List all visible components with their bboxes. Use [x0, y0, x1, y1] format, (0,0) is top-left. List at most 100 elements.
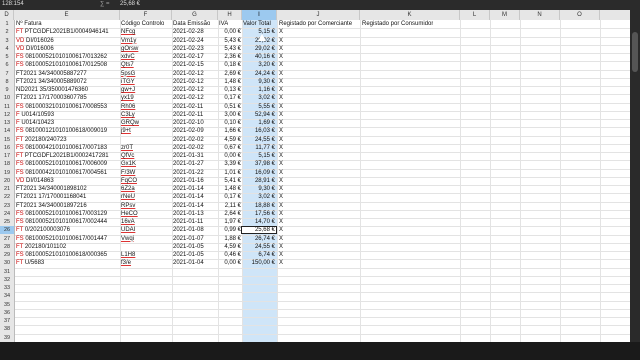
valor-total-cell[interactable]: 25,68 €	[243, 226, 275, 234]
registado-comerciante-cell[interactable]: X	[279, 235, 299, 243]
codigo-cell[interactable]: FqCO	[121, 177, 171, 185]
codigo-cell[interactable]: j9+t	[121, 127, 171, 135]
fatura-cell[interactable]: FT 202180/240723	[16, 136, 120, 144]
header-cell[interactable]: Data Emissão	[173, 20, 210, 28]
registado-comerciante-cell[interactable]: X	[279, 78, 299, 86]
vertical-scrollbar[interactable]	[630, 10, 640, 342]
codigo-cell[interactable]: F/3W	[121, 169, 171, 177]
codigo-cell[interactable]: 16vA	[121, 218, 171, 226]
registado-comerciante-cell[interactable]: X	[279, 243, 299, 251]
fatura-cell[interactable]: FS 081000521010100617/012508	[16, 61, 120, 69]
registado-comerciante-cell[interactable]: X	[279, 202, 299, 210]
row-header[interactable]: 34	[0, 292, 14, 300]
codigo-cell[interactable]: L1H8	[121, 251, 171, 259]
registado-comerciante-cell[interactable]: X	[279, 127, 299, 135]
registado-comerciante-cell[interactable]: X	[279, 144, 299, 152]
column-header-l[interactable]: L	[460, 10, 490, 20]
valor-total-cell[interactable]: 29,02 €	[243, 45, 275, 53]
iva-cell[interactable]: 5,43 €	[218, 45, 241, 53]
data-cell[interactable]: 2021-01-14	[173, 202, 217, 210]
registado-comerciante-cell[interactable]: X	[279, 45, 299, 53]
scrollbar-thumb[interactable]	[632, 32, 638, 72]
fatura-cell[interactable]: FS 081000521010100617/003129	[16, 210, 120, 218]
column-header-h[interactable]: H	[218, 10, 242, 20]
valor-total-cell[interactable]: 1,69 €	[243, 119, 275, 127]
valor-total-cell[interactable]: 24,55 €	[243, 243, 275, 251]
valor-total-cell[interactable]: 3,02 €	[243, 94, 275, 102]
row-header[interactable]: 23	[0, 202, 14, 210]
registado-comerciante-cell[interactable]: X	[279, 53, 299, 61]
valor-total-cell[interactable]: 9,30 €	[243, 78, 275, 86]
row-header[interactable]: 9	[0, 86, 14, 94]
iva-cell[interactable]: 2,64 €	[218, 210, 241, 218]
fatura-cell[interactable]: FT2021 34/340001897216	[16, 202, 120, 210]
fatura-cell[interactable]: F U014/10593	[16, 111, 120, 119]
row-header[interactable]: 4	[0, 45, 14, 53]
data-cell[interactable]: 2021-02-23	[173, 45, 217, 53]
fatura-cell[interactable]: FT 0/202100003076	[16, 226, 120, 234]
codigo-cell[interactable]: GRQw	[121, 119, 171, 127]
row-header[interactable]: 17	[0, 152, 14, 160]
row-header[interactable]: 33	[0, 284, 14, 292]
iva-cell[interactable]: 0,67 €	[218, 144, 241, 152]
data-cell[interactable]: 2021-02-24	[173, 37, 217, 45]
row-header[interactable]: 31	[0, 268, 14, 276]
registado-comerciante-cell[interactable]: X	[279, 160, 299, 168]
valor-total-cell[interactable]: 5,55 €	[243, 103, 275, 111]
registado-comerciante-cell[interactable]: X	[279, 136, 299, 144]
column-header-e[interactable]: E	[14, 10, 120, 20]
row-header[interactable]: 36	[0, 309, 14, 317]
fatura-cell[interactable]: FT PTCGDFL2021B1/0002417281	[16, 152, 120, 160]
codigo-cell[interactable]: RPsv	[121, 202, 171, 210]
valor-total-cell[interactable]: 26,74 €	[243, 235, 275, 243]
data-cell[interactable]: 2021-01-16	[173, 177, 217, 185]
row-header[interactable]: 11	[0, 103, 14, 111]
row-header[interactable]: 38	[0, 325, 14, 333]
registado-comerciante-cell[interactable]: X	[279, 251, 299, 259]
row-header[interactable]: 29	[0, 251, 14, 259]
fatura-cell[interactable]: ND2021 35/350001476360	[16, 86, 120, 94]
data-cell[interactable]: 2021-01-08	[173, 226, 217, 234]
registado-comerciante-cell[interactable]: X	[279, 210, 299, 218]
fatura-cell[interactable]: FT 202180/101102	[16, 243, 120, 251]
codigo-cell[interactable]: iTGY	[121, 78, 171, 86]
valor-total-cell[interactable]: 3,20 €	[243, 61, 275, 69]
iva-cell[interactable]: 1,01 €	[218, 169, 241, 177]
row-header[interactable]: 10	[0, 94, 14, 102]
codigo-cell[interactable]: 6Z2a	[121, 185, 171, 193]
valor-total-cell[interactable]: 17,56 €	[243, 210, 275, 218]
data-cell[interactable]: 2021-01-07	[173, 235, 217, 243]
iva-cell[interactable]: 0,00 €	[218, 152, 241, 160]
column-header-i[interactable]: I	[242, 10, 277, 20]
header-cell[interactable]: IVA	[219, 20, 228, 28]
name-box[interactable]: 128:154	[2, 0, 42, 9]
fatura-cell[interactable]: VD DI/016006	[16, 45, 120, 53]
registado-comerciante-cell[interactable]: X	[279, 61, 299, 69]
column-header-k[interactable]: K	[360, 10, 460, 20]
registado-comerciante-cell[interactable]: X	[279, 119, 299, 127]
row-header[interactable]: 13	[0, 119, 14, 127]
fatura-cell[interactable]: FS 081000421010100617/004561	[16, 169, 120, 177]
row-header[interactable]: 18	[0, 160, 14, 168]
column-header-g[interactable]: G	[172, 10, 218, 20]
iva-cell[interactable]: 4,59 €	[218, 243, 241, 251]
data-cell[interactable]: 2021-02-02	[173, 144, 217, 152]
row-header[interactable]: 28	[0, 243, 14, 251]
iva-cell[interactable]: 0,99 €	[218, 226, 241, 234]
valor-total-cell[interactable]: 18,88 €	[243, 202, 275, 210]
iva-cell[interactable]: 5,43 €	[218, 37, 241, 45]
iva-cell[interactable]: 0,00 €	[218, 28, 241, 36]
iva-cell[interactable]: 4,59 €	[218, 136, 241, 144]
data-cell[interactable]: 2021-01-05	[173, 251, 217, 259]
valor-total-cell[interactable]: 37,98 €	[243, 160, 275, 168]
data-cell[interactable]: 2021-01-13	[173, 210, 217, 218]
codigo-cell[interactable]: rNeU	[121, 193, 171, 201]
registado-comerciante-cell[interactable]: X	[279, 193, 299, 201]
codigo-cell[interactable]: Gx1K	[121, 160, 171, 168]
codigo-cell[interactable]: Qts7	[121, 61, 171, 69]
iva-cell[interactable]: 1,97 €	[218, 218, 241, 226]
data-cell[interactable]: 2021-02-12	[173, 78, 217, 86]
column-header-d[interactable]: D	[0, 10, 14, 20]
fatura-cell[interactable]: VD DI/016026	[16, 37, 120, 45]
data-cell[interactable]: 2021-01-05	[173, 243, 217, 251]
